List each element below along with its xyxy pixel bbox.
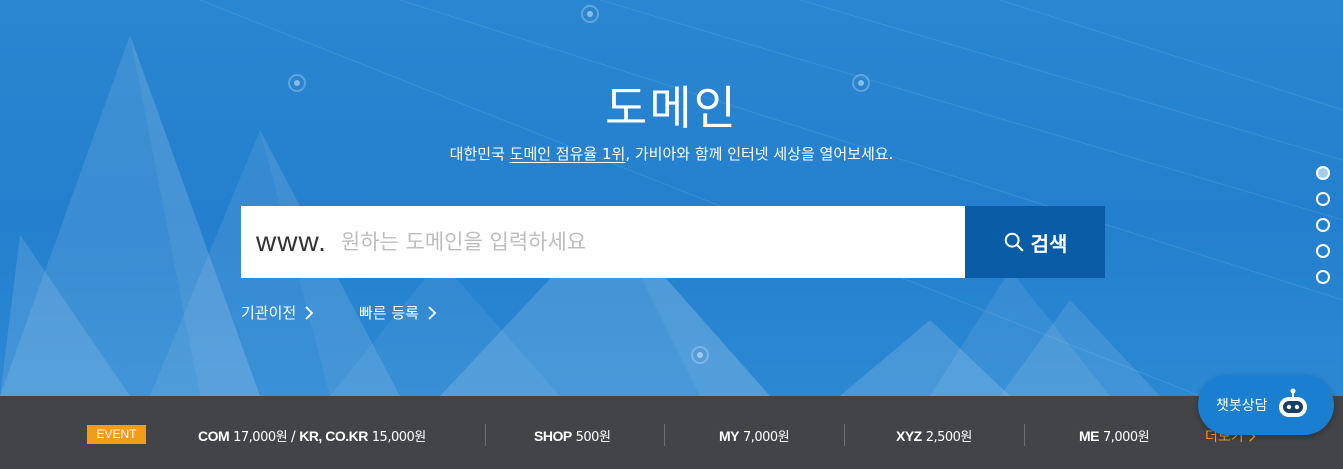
hero-banner: 도메인 대한민국 도메인 점유율 1위, 가비아와 함께 인터넷 세상을 열어보… xyxy=(0,0,1343,396)
pager-dot[interactable] xyxy=(1316,244,1330,258)
pager-dot[interactable] xyxy=(1316,166,1330,180)
chatbot-label: 챗봇상담 xyxy=(1216,398,1268,414)
chevron-right-icon xyxy=(428,305,437,320)
search-icon xyxy=(1004,232,1023,252)
tld-name: MY xyxy=(719,428,740,444)
price-item-shop[interactable]: SHOP 500원 xyxy=(534,426,611,445)
event-badge: EVENT xyxy=(87,425,146,444)
mountain-background xyxy=(0,0,1343,396)
pager-dot[interactable] xyxy=(1316,218,1330,232)
hero-subtitle: 대한민국 도메인 점유율 1위, 가비아와 함께 인터넷 세상을 열어보세요. xyxy=(0,143,1343,164)
chatbot-button[interactable]: 챗봇상담 xyxy=(1198,375,1334,435)
slide-pager xyxy=(1316,166,1330,284)
price-item-me[interactable]: ME 7,000원 xyxy=(1079,426,1150,445)
www-prefix: www. xyxy=(256,226,327,257)
tld-price: 2,500원 xyxy=(925,430,973,445)
institution-transfer-label: 기관이전 xyxy=(241,304,297,322)
tld-price: 7,000원 xyxy=(742,430,790,445)
tld-price: 500원 xyxy=(575,430,611,445)
tld-name: ME xyxy=(1079,428,1100,444)
divider xyxy=(664,424,665,446)
subtitle-text-post: , 가비아와 함께 인터넷 세상을 열어보세요. xyxy=(625,145,894,163)
divider xyxy=(844,424,845,446)
page-title: 도메인 xyxy=(605,81,738,135)
event-price-bar: EVENT COM 17,000원 / KR, CO.KR 15,000원 SH… xyxy=(0,396,1343,469)
pager-dot[interactable] xyxy=(1316,192,1330,206)
tld-name: SHOP xyxy=(534,428,572,444)
search-button[interactable]: 검색 xyxy=(965,206,1105,278)
robot-icon xyxy=(1278,388,1307,417)
tld-name: COM xyxy=(198,428,230,444)
domain-search-input[interactable] xyxy=(340,230,901,254)
tld-price: 15,000원 xyxy=(371,430,426,445)
tld-name: XYZ xyxy=(896,428,922,444)
pager-dot[interactable] xyxy=(1316,270,1330,284)
tld-separator: / xyxy=(287,429,300,445)
subtitle-highlight-link[interactable]: 도메인 점유율 1위 xyxy=(510,145,626,163)
divider xyxy=(1024,424,1025,446)
institution-transfer-link[interactable]: 기관이전 xyxy=(241,302,314,323)
tld-name: KR, CO.KR xyxy=(299,428,368,444)
tld-price: 17,000원 xyxy=(233,430,288,445)
quick-register-link[interactable]: 빠른 등록 xyxy=(359,302,437,323)
price-item-com[interactable]: COM 17,000원 / KR, CO.KR 15,000원 xyxy=(198,426,426,445)
subtitle-text-pre: 대한민국 xyxy=(449,145,510,163)
search-button-label: 검색 xyxy=(1030,231,1068,256)
domain-search-box: www. xyxy=(241,206,965,278)
chevron-right-icon xyxy=(305,305,314,320)
price-item-xyz[interactable]: XYZ 2,500원 xyxy=(896,426,972,445)
price-item-my[interactable]: MY 7,000원 xyxy=(719,426,790,445)
divider xyxy=(485,424,486,446)
quick-register-label: 빠른 등록 xyxy=(359,304,419,322)
tld-price: 7,000원 xyxy=(1102,430,1150,445)
